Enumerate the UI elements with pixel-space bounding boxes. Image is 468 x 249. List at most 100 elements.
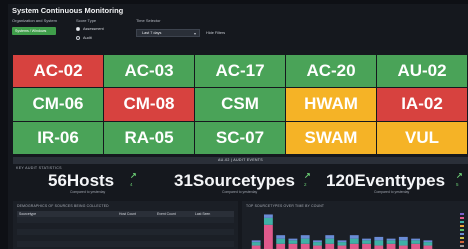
bar-3-6[interactable] [313,240,322,243]
legend-item[interactable] [460,236,464,240]
bar-2-9[interactable] [349,238,359,244]
bar-2-12[interactable] [386,240,396,244]
time-selector-value: Last 7 days [142,31,162,35]
bar-3-12[interactable] [386,238,396,241]
org-system-button[interactable]: Systems / Windows [12,27,56,35]
hosts-delta: 4 [130,182,133,187]
control-tile-ac-17[interactable]: AC-17 [195,55,286,89]
bar-3-14[interactable] [411,238,421,241]
trend-up-icon: ↗ [130,171,137,180]
legend-swatch [460,244,464,248]
audit-events-bar: AU-02 | AUDIT EVENTS [13,157,468,164]
bar-2-13[interactable] [398,240,408,246]
score-radio-audit[interactable]: Audit [76,36,92,40]
radio-dot-selected [76,27,80,31]
bar-3-2[interactable] [263,214,273,218]
chevron-down-icon: ▾ [193,31,196,36]
legend-item[interactable] [460,228,464,232]
sourcetypes-chart-panel: TOP SOURCETYPES OVER TIME BY COUNT [242,201,468,249]
bar-3-1[interactable] [251,240,261,243]
bar-3-3[interactable] [276,235,286,239]
bar-2-2[interactable] [263,217,273,225]
control-tile-ra-05[interactable]: RA-05 [104,121,195,155]
bar-1-1[interactable] [251,245,261,249]
bar-2-14[interactable] [411,240,421,244]
legend-swatch [460,220,464,224]
sourcetypes-compare: Compared to yesterday [222,190,258,194]
control-tile-hwam[interactable]: HWAM [286,88,377,122]
time-selector-label: Time Selector [136,18,161,23]
control-tile-sc-07[interactable]: SC-07 [195,121,286,155]
time-selector-dropdown[interactable]: Last 7 days ▾ [136,29,200,37]
legend-swatch [460,232,464,236]
bar-2-8[interactable] [337,242,347,246]
table-row[interactable] [17,241,234,247]
chart-legend [460,213,464,249]
eventtypes-delta: 5 [456,182,459,187]
control-tile-csm[interactable]: CSM [195,88,286,122]
score-radio-assessment[interactable]: Assessment [76,27,104,31]
bar-2-7[interactable] [325,238,335,244]
bar-1-5[interactable] [300,243,310,249]
control-tile-ac-02[interactable]: AC-02 [13,55,104,89]
bar-1-2[interactable] [263,224,273,249]
sourcetypes-chart [250,214,434,249]
bar-1-14[interactable] [411,243,421,249]
bar-2-11[interactable] [374,240,384,246]
bar-2-10[interactable] [362,240,371,244]
bar-1-7[interactable] [325,243,335,249]
control-tile-ac-20[interactable]: AC-20 [286,55,377,89]
legend-item[interactable] [460,213,464,216]
bar-1-12[interactable] [386,243,396,249]
bar-1-13[interactable] [398,245,408,249]
bar-3-10[interactable] [362,238,371,241]
dashboard-header: System Continuous Monitoring Organizatio… [8,4,468,50]
bar-3-11[interactable] [374,236,384,241]
legend-item[interactable] [460,240,464,244]
control-tile-cm-08[interactable]: CM-08 [104,88,195,122]
bar-3-7[interactable] [325,235,335,239]
bar-2-15[interactable] [423,242,433,246]
hosts-stat: 56Hosts ↗ 4 Compared to yesterday [48,171,148,199]
control-tile-ir-06[interactable]: IR-06 [13,121,104,155]
org-label: Organization and System [12,18,57,23]
control-tile-ia-02[interactable]: IA-02 [377,88,468,122]
bar-2-1[interactable] [251,242,261,246]
bar-1-4[interactable] [288,243,298,249]
legend-item[interactable] [460,232,464,236]
bar-2-3[interactable] [276,238,286,244]
bar-3-15[interactable] [423,240,433,243]
control-tile-ac-03[interactable]: AC-03 [104,55,195,89]
page-title: System Continuous Monitoring [12,6,124,15]
control-tile-swam[interactable]: SWAM [286,121,377,155]
eventtypes-value: 120Eventtypes [326,171,446,190]
bar-1-8[interactable] [337,245,347,249]
bar-1-6[interactable] [313,245,322,249]
legend-item[interactable] [460,224,464,228]
bar-3-9[interactable] [349,235,359,239]
bar-3-13[interactable] [398,236,408,241]
legend-item[interactable] [460,220,464,224]
hosts-compare: Compared to yesterday [70,190,106,194]
bar-1-3[interactable] [276,243,286,249]
legend-swatch [460,228,464,232]
bar-2-4[interactable] [288,240,298,244]
control-tile-vul[interactable]: VUL [377,121,468,155]
legend-item[interactable] [460,244,464,248]
control-tile-cm-06[interactable]: CM-06 [13,88,104,122]
legend-item[interactable] [460,216,464,220]
hide-filters-link[interactable]: Hide Filters [206,31,225,35]
bar-3-8[interactable] [337,240,347,243]
bar-1-15[interactable] [423,245,433,249]
bar-2-6[interactable] [313,242,322,246]
bar-2-5[interactable] [300,238,310,244]
legend-swatch [460,236,464,240]
trend-up-icon: ↗ [304,171,311,180]
control-tile-au-02[interactable]: AU-02 [377,55,468,89]
bar-3-5[interactable] [300,235,310,239]
bar-1-11[interactable] [374,245,384,249]
bar-1-10[interactable] [362,243,371,249]
bar-1-9[interactable] [349,243,359,249]
bar-3-4[interactable] [288,238,298,241]
legend-swatch [460,240,464,244]
